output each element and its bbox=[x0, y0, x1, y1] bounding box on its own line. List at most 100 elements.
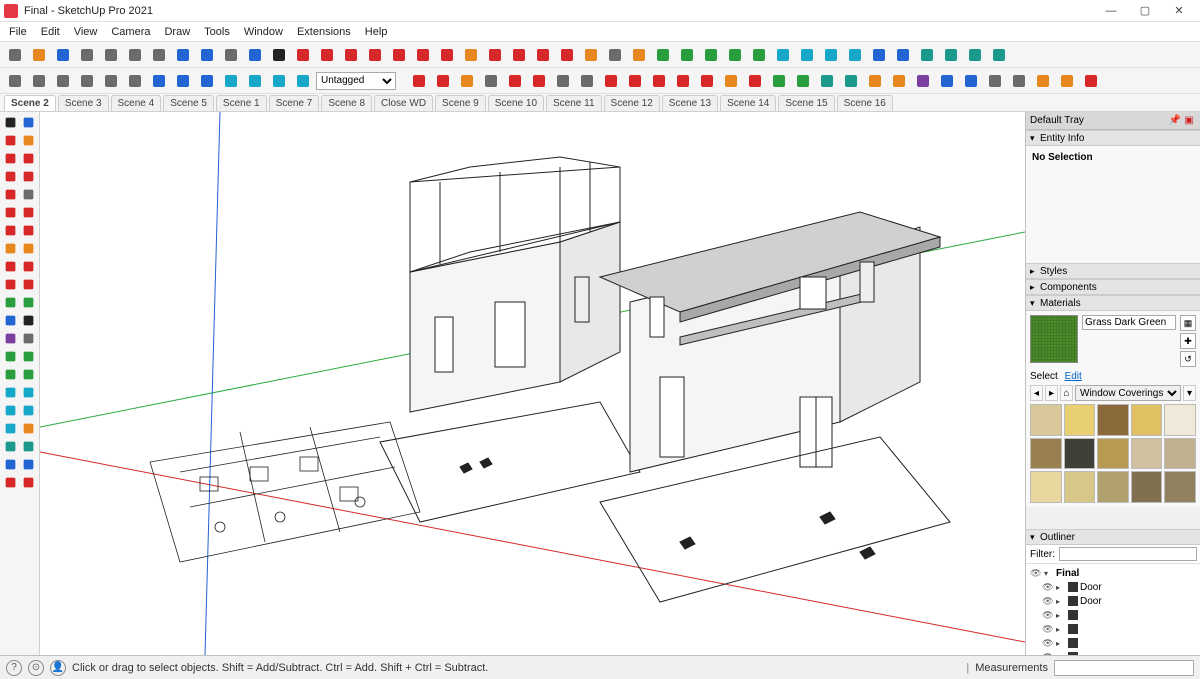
material-swatch[interactable] bbox=[1030, 471, 1062, 503]
3pt-arc-icon[interactable] bbox=[2, 222, 19, 239]
open-file-icon[interactable] bbox=[28, 44, 50, 66]
menu-file[interactable]: File bbox=[2, 24, 34, 40]
prev-icon[interactable] bbox=[2, 384, 19, 401]
position-camera-icon[interactable] bbox=[772, 44, 794, 66]
ext17-icon[interactable] bbox=[792, 70, 814, 92]
geo-icon[interactable]: ⊙ bbox=[28, 660, 44, 676]
ext4-icon[interactable] bbox=[480, 70, 502, 92]
material-preview-swatch[interactable] bbox=[1030, 315, 1078, 363]
display-pane-icon[interactable]: ▦ bbox=[1180, 315, 1196, 331]
entity-info-header[interactable]: ▾Entity Info bbox=[1026, 130, 1200, 146]
menu-view[interactable]: View bbox=[67, 24, 105, 40]
pushpull-tool-icon[interactable] bbox=[2, 240, 19, 257]
credits-icon[interactable]: 👤 bbox=[50, 660, 66, 676]
menu-draw[interactable]: Draw bbox=[157, 24, 197, 40]
ext24-icon[interactable] bbox=[960, 70, 982, 92]
circle-tool-icon[interactable] bbox=[2, 186, 19, 203]
dimension-icon[interactable] bbox=[2, 312, 19, 329]
ext29-icon[interactable] bbox=[1080, 70, 1102, 92]
save-icon[interactable] bbox=[52, 44, 74, 66]
next-icon[interactable] bbox=[20, 384, 37, 401]
menu-tools[interactable]: Tools bbox=[197, 24, 237, 40]
two-point-icon[interactable] bbox=[196, 70, 218, 92]
ext8-icon[interactable] bbox=[576, 70, 598, 92]
ext13-icon[interactable] bbox=[696, 70, 718, 92]
front-icon[interactable] bbox=[52, 70, 74, 92]
outliner-item[interactable]: 👁▸Door bbox=[1030, 594, 1196, 608]
zoom-icon[interactable] bbox=[700, 44, 722, 66]
solid1-icon[interactable] bbox=[2, 456, 19, 473]
menu-extensions[interactable]: Extensions bbox=[290, 24, 358, 40]
outliner-item[interactable]: 👁▸Door bbox=[1030, 580, 1196, 594]
scale-tool-icon[interactable] bbox=[2, 276, 19, 293]
material-swatch[interactable] bbox=[1164, 471, 1196, 503]
line-tool-icon[interactable] bbox=[2, 150, 19, 167]
2pt-arc-icon[interactable] bbox=[20, 204, 37, 221]
material-swatch[interactable] bbox=[1064, 471, 1096, 503]
xray-icon[interactable] bbox=[988, 44, 1010, 66]
outliner-root[interactable]: 👁▾Final bbox=[1030, 566, 1196, 580]
materials-edit-tab[interactable]: Edit bbox=[1065, 371, 1082, 382]
style2-icon[interactable] bbox=[244, 70, 266, 92]
line-icon[interactable] bbox=[316, 44, 338, 66]
style3-icon[interactable] bbox=[268, 70, 290, 92]
material-swatch[interactable] bbox=[1030, 404, 1062, 436]
perspective-icon[interactable] bbox=[148, 70, 170, 92]
right-icon[interactable] bbox=[76, 70, 98, 92]
rotate-tool-icon[interactable] bbox=[20, 258, 37, 275]
3dtext-icon[interactable] bbox=[20, 330, 37, 347]
materials-header[interactable]: ▾Materials bbox=[1026, 295, 1200, 311]
scene-tab[interactable]: Scene 13 bbox=[662, 95, 718, 111]
styles-header[interactable]: ▸Styles bbox=[1026, 263, 1200, 279]
eraser-tool-icon[interactable] bbox=[2, 132, 19, 149]
menu-window[interactable]: Window bbox=[237, 24, 290, 40]
redo-icon[interactable] bbox=[196, 44, 218, 66]
look-around-icon[interactable] bbox=[820, 44, 842, 66]
scene-tab[interactable]: Scene 3 bbox=[58, 95, 109, 111]
help-icon[interactable]: ? bbox=[6, 660, 22, 676]
tape-tool-icon[interactable] bbox=[2, 294, 19, 311]
sandbox1-icon[interactable] bbox=[2, 438, 19, 455]
print-icon[interactable] bbox=[220, 44, 242, 66]
ext12-icon[interactable] bbox=[672, 70, 694, 92]
zoom-tool-icon[interactable] bbox=[2, 366, 19, 383]
ext27-icon[interactable] bbox=[1032, 70, 1054, 92]
hidden-line-icon[interactable] bbox=[940, 44, 962, 66]
text-tool-icon[interactable] bbox=[20, 312, 37, 329]
ext10-icon[interactable] bbox=[624, 70, 646, 92]
delete-icon[interactable] bbox=[148, 44, 170, 66]
ext22-icon[interactable] bbox=[912, 70, 934, 92]
rectangle-tool-icon[interactable] bbox=[2, 168, 19, 185]
lasso-icon[interactable] bbox=[20, 114, 37, 131]
wireframe-icon[interactable] bbox=[916, 44, 938, 66]
pushpull-icon[interactable] bbox=[460, 44, 482, 66]
details-icon[interactable]: ▾ bbox=[1183, 385, 1196, 401]
home-icon[interactable]: ⌂ bbox=[1060, 385, 1073, 401]
material-category-select[interactable]: Window Coverings bbox=[1075, 385, 1181, 401]
material-swatch[interactable] bbox=[1064, 438, 1096, 470]
offset-icon[interactable] bbox=[556, 44, 578, 66]
material-swatch[interactable] bbox=[1164, 438, 1196, 470]
material-swatch[interactable] bbox=[1131, 471, 1163, 503]
paint-bucket-icon[interactable] bbox=[20, 132, 37, 149]
ext2-icon[interactable] bbox=[432, 70, 454, 92]
walk-tool-icon[interactable] bbox=[2, 420, 19, 437]
section-tool-icon[interactable] bbox=[20, 420, 37, 437]
material-swatch[interactable] bbox=[1097, 404, 1129, 436]
paint-icon[interactable] bbox=[628, 44, 650, 66]
pan-tool-icon[interactable] bbox=[20, 348, 37, 365]
freehand-tool-icon[interactable] bbox=[20, 150, 37, 167]
move-tool-icon[interactable] bbox=[2, 258, 19, 275]
scene-tab[interactable]: Scene 4 bbox=[111, 95, 162, 111]
axes-icon[interactable] bbox=[2, 330, 19, 347]
polygon-tool-icon[interactable] bbox=[20, 186, 37, 203]
menu-camera[interactable]: Camera bbox=[104, 24, 157, 40]
solid2-icon[interactable] bbox=[20, 456, 37, 473]
material-name-input[interactable] bbox=[1082, 315, 1176, 330]
ext19-icon[interactable] bbox=[840, 70, 862, 92]
minimize-button[interactable]: — bbox=[1094, 2, 1128, 20]
select-tool-icon[interactable] bbox=[2, 114, 19, 131]
close-button[interactable]: ✕ bbox=[1162, 2, 1196, 20]
style1-icon[interactable] bbox=[220, 70, 242, 92]
tag-select[interactable]: Untagged bbox=[316, 72, 396, 90]
